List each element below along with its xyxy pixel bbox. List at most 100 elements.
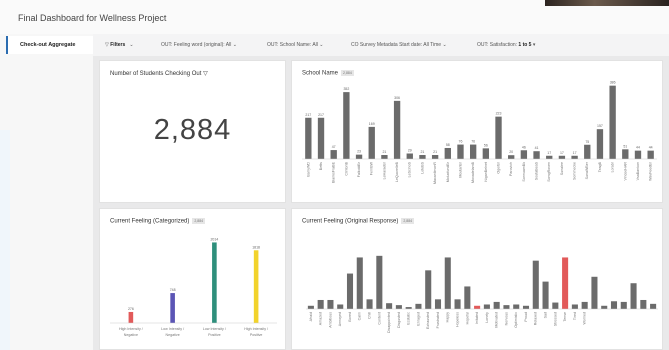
bar bbox=[346, 273, 354, 309]
bar bbox=[584, 144, 591, 159]
tick-label: Amazed bbox=[319, 312, 323, 325]
data-label: 41 bbox=[535, 146, 539, 150]
bar bbox=[406, 153, 413, 159]
data-label: 17 bbox=[560, 151, 564, 155]
data-label: 386 bbox=[610, 81, 616, 85]
tick-label: VinceeHAR bbox=[623, 162, 627, 181]
bar bbox=[355, 154, 363, 159]
data-label: 2014 bbox=[210, 237, 218, 241]
tick-label: SunaWBer bbox=[585, 161, 589, 179]
filter-start-date[interactable]: CO Survey Metadata Start date: All Time … bbox=[351, 42, 447, 48]
bar bbox=[513, 304, 520, 309]
tick-label: SoutaBeaS bbox=[535, 161, 539, 180]
bar bbox=[610, 301, 618, 309]
bar bbox=[393, 100, 401, 159]
data-label: 21 bbox=[382, 150, 386, 154]
bar bbox=[493, 301, 500, 309]
bar bbox=[457, 144, 464, 159]
bar bbox=[170, 293, 175, 323]
bar bbox=[552, 302, 559, 309]
bar bbox=[376, 255, 383, 309]
tick-label: Hopeful bbox=[465, 312, 469, 325]
filter-satisfaction[interactable]: OUT: Satisfaction: 1 to 5 ▾ bbox=[477, 42, 535, 48]
tick-label: Sommecke bbox=[573, 162, 577, 180]
filter-label: OUT: School Name: bbox=[267, 42, 312, 48]
tick-label: Happy bbox=[446, 312, 450, 323]
filter-value: All bbox=[225, 42, 232, 48]
bar bbox=[622, 149, 629, 159]
tick-label: OgerBr bbox=[496, 161, 500, 173]
tick-label: Content bbox=[377, 312, 381, 325]
tick-label: Irritated bbox=[475, 312, 479, 324]
tick-label: WavFeedBr bbox=[649, 161, 653, 181]
data-label: 352 bbox=[343, 87, 349, 91]
tick-label: MacanllmonR bbox=[433, 162, 437, 184]
sidebar-accent bbox=[0, 130, 10, 350]
bar bbox=[542, 281, 549, 309]
bar bbox=[368, 126, 375, 159]
bar bbox=[425, 270, 432, 309]
bar bbox=[591, 276, 598, 309]
bar bbox=[431, 155, 439, 159]
bar bbox=[444, 147, 451, 159]
tick-label: BlanksFraBE bbox=[332, 161, 336, 183]
data-label: 56 bbox=[484, 143, 488, 147]
tick-label: NiganBelnet bbox=[484, 162, 488, 182]
bar bbox=[571, 304, 578, 309]
filter-label: OUT: Feeling word (original): bbox=[161, 42, 225, 48]
categorized-feeling-bar-chart: 276 High Intensity / Negative 748 Low Intens… bbox=[110, 237, 277, 337]
tick-label: Betts bbox=[319, 162, 323, 170]
filter-value: All Time bbox=[423, 42, 442, 48]
filters-button[interactable]: ▽ Filters ⌄ bbox=[105, 42, 134, 48]
tick-label: Exhausted bbox=[426, 312, 430, 329]
sidebar: Check-out Aggregate bbox=[0, 34, 93, 350]
filter-feeling-word[interactable]: OUT: Feeling word (original): All ⌄ bbox=[161, 42, 237, 48]
tick-label: FernBW bbox=[370, 161, 374, 175]
tick-label: Positive bbox=[250, 333, 263, 337]
kpi-title-text: Number of Students Checking Out bbox=[110, 71, 202, 77]
bar bbox=[469, 144, 477, 159]
data-label: 157 bbox=[597, 124, 603, 128]
data-label: 748 bbox=[170, 288, 176, 292]
bar bbox=[386, 303, 393, 309]
tick-label: Tense bbox=[563, 312, 567, 322]
tick-label: High Intensity / bbox=[244, 327, 268, 331]
filter-value: 1 to 5 bbox=[518, 42, 532, 48]
bar bbox=[571, 155, 578, 159]
bar bbox=[474, 305, 481, 309]
data-label: 169 bbox=[369, 122, 375, 126]
tick-label: Lonely bbox=[485, 312, 489, 323]
bar bbox=[647, 150, 654, 159]
bar bbox=[356, 257, 363, 309]
tick-label: Negative bbox=[166, 333, 180, 337]
tick-label: Negative bbox=[124, 333, 138, 337]
bar bbox=[601, 305, 608, 309]
tick-label: Tired bbox=[573, 312, 577, 320]
bar bbox=[415, 303, 422, 309]
data-label: 276 bbox=[128, 307, 134, 311]
tick-label: Disgusted bbox=[397, 312, 401, 328]
bar bbox=[609, 85, 616, 159]
filter-label: OUT: Satisfaction: bbox=[477, 42, 518, 48]
data-label: 51 bbox=[623, 144, 627, 148]
data-label: 21 bbox=[420, 150, 424, 154]
bar bbox=[327, 299, 334, 309]
bar bbox=[317, 299, 324, 309]
bar bbox=[330, 150, 337, 159]
tick-label: Hopeless bbox=[456, 312, 460, 327]
bar bbox=[212, 242, 217, 323]
data-label: 75 bbox=[585, 140, 589, 144]
tick-label: Nervous bbox=[504, 312, 508, 326]
data-label: 20 bbox=[509, 150, 513, 154]
sidebar-item-checkout-aggregate[interactable]: Check-out Aggregate bbox=[6, 36, 93, 54]
bar bbox=[503, 305, 510, 309]
bar bbox=[620, 301, 627, 309]
tick-label: Frustrated bbox=[436, 312, 440, 328]
tick-label: Motivated bbox=[495, 312, 499, 328]
bar bbox=[522, 305, 530, 309]
tick-label: Bored bbox=[348, 312, 352, 322]
tick-label: Relaxed bbox=[534, 312, 538, 325]
filter-school-name[interactable]: OUT: School Name: All ⌄ bbox=[267, 42, 323, 48]
bar bbox=[395, 305, 402, 309]
data-label: 217 bbox=[318, 113, 324, 117]
